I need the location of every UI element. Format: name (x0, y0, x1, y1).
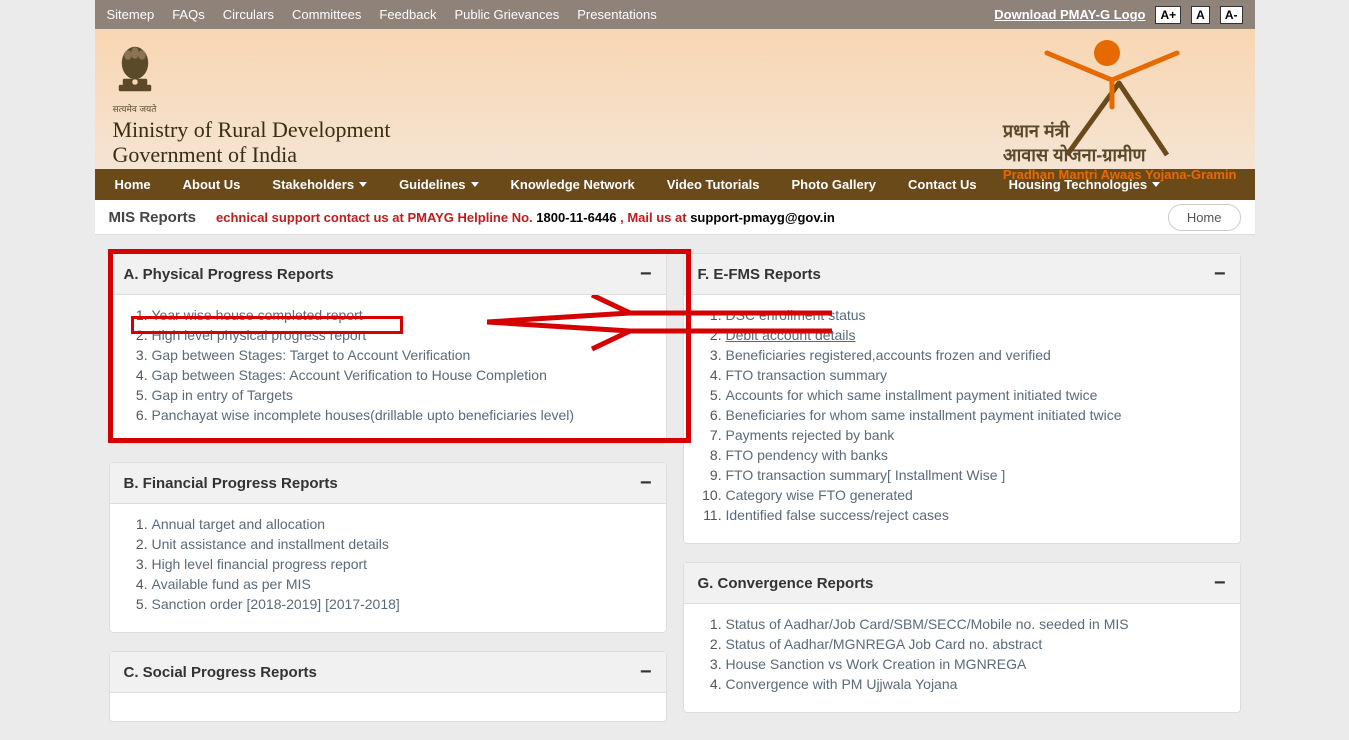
page-title: MIS Reports (109, 209, 197, 226)
report-link-b1[interactable]: Annual target and allocation (152, 516, 326, 532)
marquee-part: support-pmayg@gov.in (690, 210, 835, 225)
marquee-part: 1800-11-6446 (536, 210, 620, 225)
mainnav-guidelines[interactable]: Guidelines (383, 169, 494, 200)
report-link-b3[interactable]: High level financial progress report (152, 556, 368, 572)
panel-efms: F. E-FMS Reports − DSC enrollment status… (683, 253, 1241, 544)
mainnav-knowledge-network[interactable]: Knowledge Network (495, 169, 651, 200)
report-link-f4[interactable]: FTO transaction summary (726, 367, 888, 383)
marquee-part: echnical support contact us at PMAYG Hel… (216, 210, 536, 225)
report-link-f7[interactable]: Payments rejected by bank (726, 427, 895, 443)
report-link-f11[interactable]: Identified false success/reject cases (726, 507, 949, 523)
panel-financial-progress: B. Financial Progress Reports − Annual t… (109, 462, 667, 633)
report-link-a2[interactable]: High level physical progress report (152, 327, 367, 343)
panel-social-progress: C. Social Progress Reports − (109, 651, 667, 722)
panel-title-a: A. Physical Progress Reports (124, 266, 334, 283)
report-link-b2[interactable]: Unit assistance and installment details (152, 536, 389, 552)
report-link-f9[interactable]: FTO transaction summary[ Installment Wis… (726, 467, 1006, 483)
topbar: Sitemep FAQs Circulars Committees Feedba… (95, 0, 1255, 29)
report-link-g3[interactable]: House Sanction vs Work Creation in MGNRE… (726, 656, 1027, 672)
report-link-f5[interactable]: Accounts for which same installment paym… (726, 387, 1098, 403)
topbar-link-grievances[interactable]: Public Grievances (454, 7, 559, 22)
satyameva-text: सत्यमेव जयते (113, 102, 157, 115)
collapse-toggle-g[interactable]: − (1214, 573, 1226, 593)
scheme-hindi-2: आवास योजना-ग्रामीण (1003, 143, 1237, 167)
download-logo-link[interactable]: Download PMAY-G Logo (994, 7, 1145, 22)
mainnav-photo-gallery[interactable]: Photo Gallery (775, 169, 892, 200)
topbar-link-presentations[interactable]: Presentations (577, 7, 657, 22)
report-link-f3[interactable]: Beneficiaries registered,accounts frozen… (726, 347, 1051, 363)
collapse-toggle-b[interactable]: − (640, 473, 652, 493)
home-button[interactable]: Home (1168, 204, 1241, 231)
topbar-link-circulars[interactable]: Circulars (223, 7, 274, 22)
report-link-a1[interactable]: Year wise house completed report (152, 307, 363, 323)
ministry-line1: Ministry of Rural Development (113, 117, 391, 142)
right-column: F. E-FMS Reports − DSC enrollment status… (683, 253, 1241, 740)
mainnav-about-us[interactable]: About Us (167, 169, 257, 200)
font-default-button[interactable]: A (1191, 6, 1210, 24)
report-link-g4[interactable]: Convergence with PM Ujjwala Yojana (726, 676, 958, 692)
report-link-b5[interactable]: Sanction order [2018-2019] [2017-2018] (152, 596, 400, 612)
topbar-link-faqs[interactable]: FAQs (172, 7, 205, 22)
helpline-marquee: echnical support contact us at PMAYG Hel… (216, 209, 1148, 225)
mainnav-home[interactable]: Home (99, 169, 167, 200)
report-link-f2[interactable]: Debit account details (726, 327, 856, 343)
report-link-f1[interactable]: DSC enrollment status (726, 307, 866, 323)
topbar-link-sitemep[interactable]: Sitemep (107, 7, 155, 22)
mainnav-video-tutorials[interactable]: Video Tutorials (651, 169, 776, 200)
caret-down-icon (471, 182, 479, 187)
mainnav-contact-us[interactable]: Contact Us (892, 169, 993, 200)
scheme-english: Pradhan Mantri Awaas Yojana-Gramin (1003, 167, 1237, 182)
site-header: सत्यमेव जयते Ministry of Rural Developme… (95, 29, 1255, 169)
report-link-g1[interactable]: Status of Aadhar/Job Card/SBM/SECC/Mobil… (726, 616, 1129, 632)
scheme-hindi-1: प्रधान मंत्री (1003, 119, 1237, 143)
ministry-title: Ministry of Rural Development Government… (113, 117, 391, 168)
report-link-a6[interactable]: Panchayat wise incomplete houses(drillab… (152, 407, 575, 423)
marquee-part: , Mail us at (620, 210, 690, 225)
ministry-line2: Government of India (113, 142, 298, 167)
font-increase-button[interactable]: A+ (1155, 6, 1181, 24)
collapse-toggle-f[interactable]: − (1214, 264, 1226, 284)
collapse-toggle-c[interactable]: − (640, 662, 652, 682)
report-link-a4[interactable]: Gap between Stages: Account Verification… (152, 367, 547, 383)
report-link-f6[interactable]: Beneficiaries for whom same installment … (726, 407, 1122, 423)
collapse-toggle-a[interactable]: − (640, 264, 652, 284)
report-link-a5[interactable]: Gap in entry of Targets (152, 387, 293, 403)
panel-convergence: G. Convergence Reports − Status of Aadha… (683, 562, 1241, 713)
caret-down-icon (1152, 182, 1160, 187)
panel-title-f: F. E-FMS Reports (698, 266, 821, 283)
report-link-a3[interactable]: Gap between Stages: Target to Account Ve… (152, 347, 471, 363)
left-column: A. Physical Progress Reports − Year wise… (109, 253, 667, 740)
topbar-links: Sitemep FAQs Circulars Committees Feedba… (107, 7, 657, 22)
caret-down-icon (359, 182, 367, 187)
panel-title-g: G. Convergence Reports (698, 575, 874, 592)
report-link-f10[interactable]: Category wise FTO generated (726, 487, 913, 503)
panel-physical-progress: A. Physical Progress Reports − Year wise… (109, 253, 667, 444)
topbar-link-feedback[interactable]: Feedback (379, 7, 436, 22)
sub-bar: MIS Reports echnical support contact us … (95, 200, 1255, 235)
report-link-f8[interactable]: FTO pendency with banks (726, 447, 888, 463)
topbar-link-committees[interactable]: Committees (292, 7, 361, 22)
report-link-g2[interactable]: Status of Aadhar/MGNREGA Job Card no. ab… (726, 636, 1043, 652)
content-area: A. Physical Progress Reports − Year wise… (95, 235, 1255, 740)
report-link-b4[interactable]: Available fund as per MIS (152, 576, 311, 592)
font-decrease-button[interactable]: A- (1220, 6, 1243, 24)
mainnav-stakeholders[interactable]: Stakeholders (256, 169, 383, 200)
panel-title-b: B. Financial Progress Reports (124, 475, 338, 492)
panel-title-c: C. Social Progress Reports (124, 664, 317, 681)
